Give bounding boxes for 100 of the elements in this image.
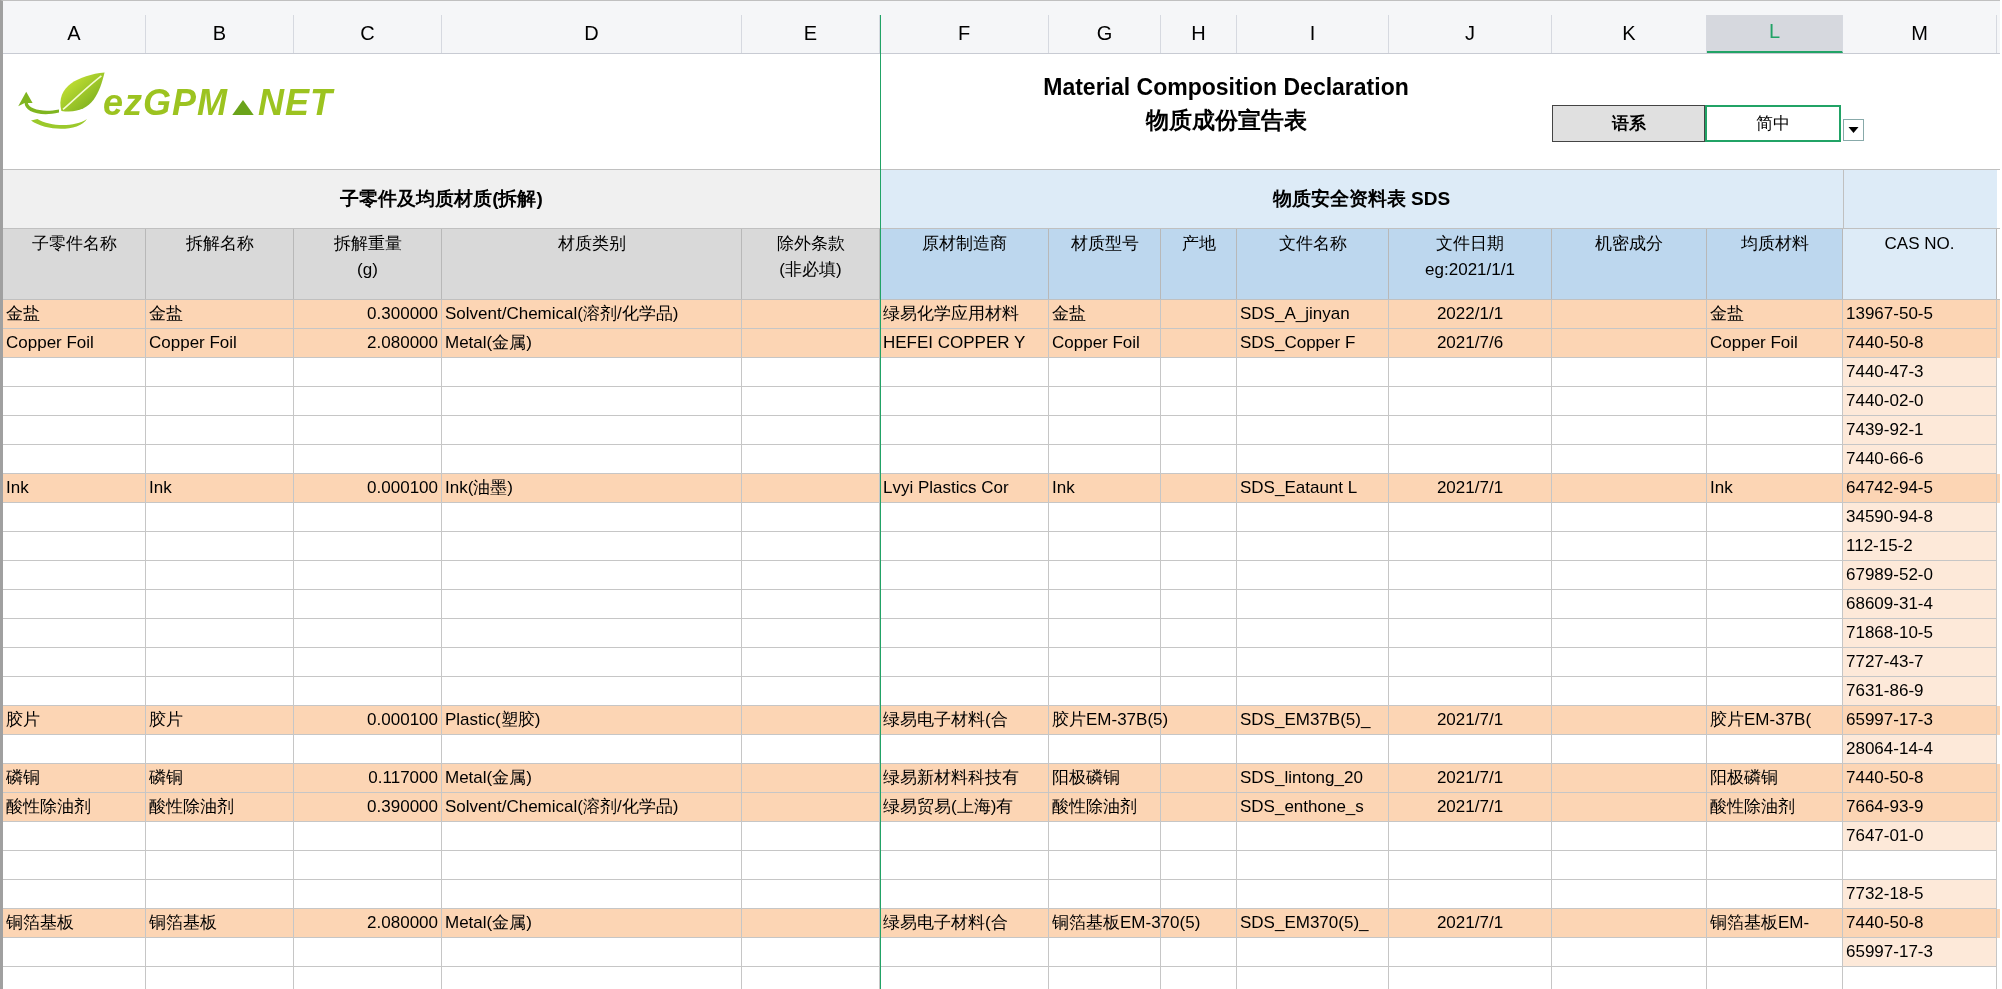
column-header[interactable]: I <box>1237 15 1389 53</box>
column-header[interactable]: E <box>742 15 880 53</box>
cell-text: Solvent/Chemical(溶剂/化学品) <box>445 304 679 323</box>
cell-text: 酸性除油剂 <box>1052 797 1137 816</box>
cell-text: Metal(金属) <box>445 333 532 352</box>
cell-text: Solvent/Chemical(溶剂/化学品) <box>445 797 679 816</box>
cell-text: 7440-50-8 <box>1846 333 1924 352</box>
cell-text: 0.117000 <box>368 768 438 787</box>
cell-text: 酸性除油剂 <box>1710 797 1795 816</box>
cell-text: 酸性除油剂 <box>6 797 91 816</box>
column-header[interactable]: M <box>1843 15 1997 53</box>
cell-text: Ink <box>1710 478 1733 497</box>
cell-text: Ink <box>1052 478 1075 497</box>
cell-text: 磷铜 <box>149 768 183 787</box>
cell-text: 13967-50-5 <box>1846 304 1933 323</box>
column-label: 机密成分 <box>1552 229 1707 299</box>
cell-text: 7647-01-0 <box>1846 826 1924 845</box>
cell-text: 铜箔基板EM- <box>1710 913 1810 932</box>
cell-text: Copper Foil <box>1710 333 1798 352</box>
cell-text: 65997-17-3 <box>1846 710 1933 729</box>
column-header[interactable]: F <box>880 15 1049 53</box>
cell-text: 0.300000 <box>367 304 438 323</box>
cell-text: 2021/7/1 <box>1436 478 1504 497</box>
column-label: 产地 <box>1161 229 1237 299</box>
cell-text: 磷铜 <box>6 768 40 787</box>
logo-text: NET <box>258 81 334 124</box>
cell-text: 铜箔基板 <box>149 913 217 932</box>
column-label: 文件日期 eg:2021/1/1 <box>1389 229 1552 299</box>
cell-text: 2.080000 <box>367 913 438 932</box>
cell-text: 阳极磷铜 <box>1710 768 1778 787</box>
cell-text: 28064-14-4 <box>1846 739 1933 758</box>
cell-text: 胶片EM-37B( <box>1710 710 1812 729</box>
cell-text: 金盐 <box>1710 304 1744 323</box>
cell-text: 2021/7/1 <box>1436 913 1504 932</box>
cell-text: SDS_Eataunt L <box>1240 478 1358 497</box>
cell-text: 67989-52-0 <box>1846 565 1933 584</box>
cell-text: 7631-86-9 <box>1846 681 1924 700</box>
cell-text: 7440-66-6 <box>1846 449 1924 468</box>
cell-text: SDS_EM370(5)_ <box>1240 913 1369 932</box>
language-select[interactable]: 简中 <box>1705 105 1841 142</box>
column-label: 文件名称 <box>1237 229 1389 299</box>
column-label: 子零件名称 <box>3 229 146 299</box>
column-label: 拆解重量 (g) <box>294 229 442 299</box>
caret-icon <box>1848 127 1859 133</box>
cell-text: 酸性除油剂 <box>149 797 234 816</box>
cell-text: Copper Foil <box>6 333 94 352</box>
column-label: 除外条款 (非必填) <box>742 229 880 299</box>
column-header[interactable]: A <box>3 15 146 53</box>
cell-text: 7440-50-8 <box>1846 768 1924 787</box>
cell-text: 65997-17-3 <box>1846 942 1933 961</box>
section-header: 子零件及均质材质(拆解) <box>3 170 880 228</box>
column-label: CAS NO. <box>1843 229 1997 299</box>
column-label: 材质类别 <box>442 229 742 299</box>
cell-text: SDS_Copper F <box>1240 333 1356 352</box>
cell-text: 0.000100 <box>367 478 438 497</box>
cell-text: 绿易电子材料(合 <box>883 913 1008 932</box>
cell-text: Ink <box>149 478 172 497</box>
column-header[interactable]: J <box>1389 15 1552 53</box>
cell-text: Ink <box>6 478 29 497</box>
cell-text: 7440-50-8 <box>1846 913 1924 932</box>
column-label: 原材制造商 <box>880 229 1049 299</box>
cell-text: Lvyi Plastics Cor <box>883 478 1009 497</box>
cell-text: SDS_A_jinyan <box>1240 304 1350 323</box>
section-header: 物质安全资料表 SDS <box>880 170 1843 228</box>
cell-text: 铜箔基板EM-370(5) <box>1052 913 1201 932</box>
cell-text: 阳极磷铜 <box>1052 768 1120 787</box>
column-label: 拆解名称 <box>146 229 294 299</box>
cell-text: 金盐 <box>149 304 183 323</box>
cell-text: 7440-02-0 <box>1846 391 1924 410</box>
cell-text: 2021/7/1 <box>1436 797 1504 816</box>
dropdown-button[interactable] <box>1843 119 1864 141</box>
cell-text: Metal(金属) <box>445 768 532 787</box>
cell-text: 胶片 <box>149 710 183 729</box>
cell-text: Plastic(塑胶) <box>445 710 541 729</box>
cell-text: 2021/7/6 <box>1436 333 1504 352</box>
cell-text: 绿易电子材料(合 <box>883 710 1008 729</box>
cell-text: SDS_EM37B(5)_ <box>1240 710 1371 729</box>
cell-text: SDS_lintong_20 <box>1240 768 1363 787</box>
cell-text: 绿易化学应用材料 <box>883 304 1019 323</box>
cell-text: 2021/7/1 <box>1436 710 1504 729</box>
cell-text: 金盐 <box>1052 304 1086 323</box>
cell-text: 7439-92-1 <box>1846 420 1924 439</box>
language-label: 语系 <box>1552 105 1705 142</box>
cell-text: 0.000100 <box>367 710 438 729</box>
cell-text: Metal(金属) <box>445 913 532 932</box>
cell-text: Ink(油墨) <box>445 478 513 497</box>
cell-text: Copper Foil <box>149 333 237 352</box>
column-header[interactable]: G <box>1049 15 1161 53</box>
cell-text: 胶片EM-37B(5) <box>1052 710 1169 729</box>
form-subtitle: 物质成份宣告表 <box>1145 106 1307 135</box>
cell-text: 绿易新材料科技有 <box>883 768 1019 787</box>
cell-text: 0.390000 <box>367 797 438 816</box>
cell-text: HEFEI COPPER Y <box>883 333 1026 352</box>
column-header[interactable]: C <box>294 15 442 53</box>
cell-text: 2021/7/1 <box>1436 768 1504 787</box>
cell-text: 7732-18-5 <box>1846 884 1924 903</box>
cell-text: 112-15-2 <box>1846 536 1913 555</box>
column-header[interactable]: B <box>146 15 294 53</box>
column-header[interactable]: D <box>442 15 742 53</box>
column-header[interactable]: H <box>1161 15 1237 53</box>
